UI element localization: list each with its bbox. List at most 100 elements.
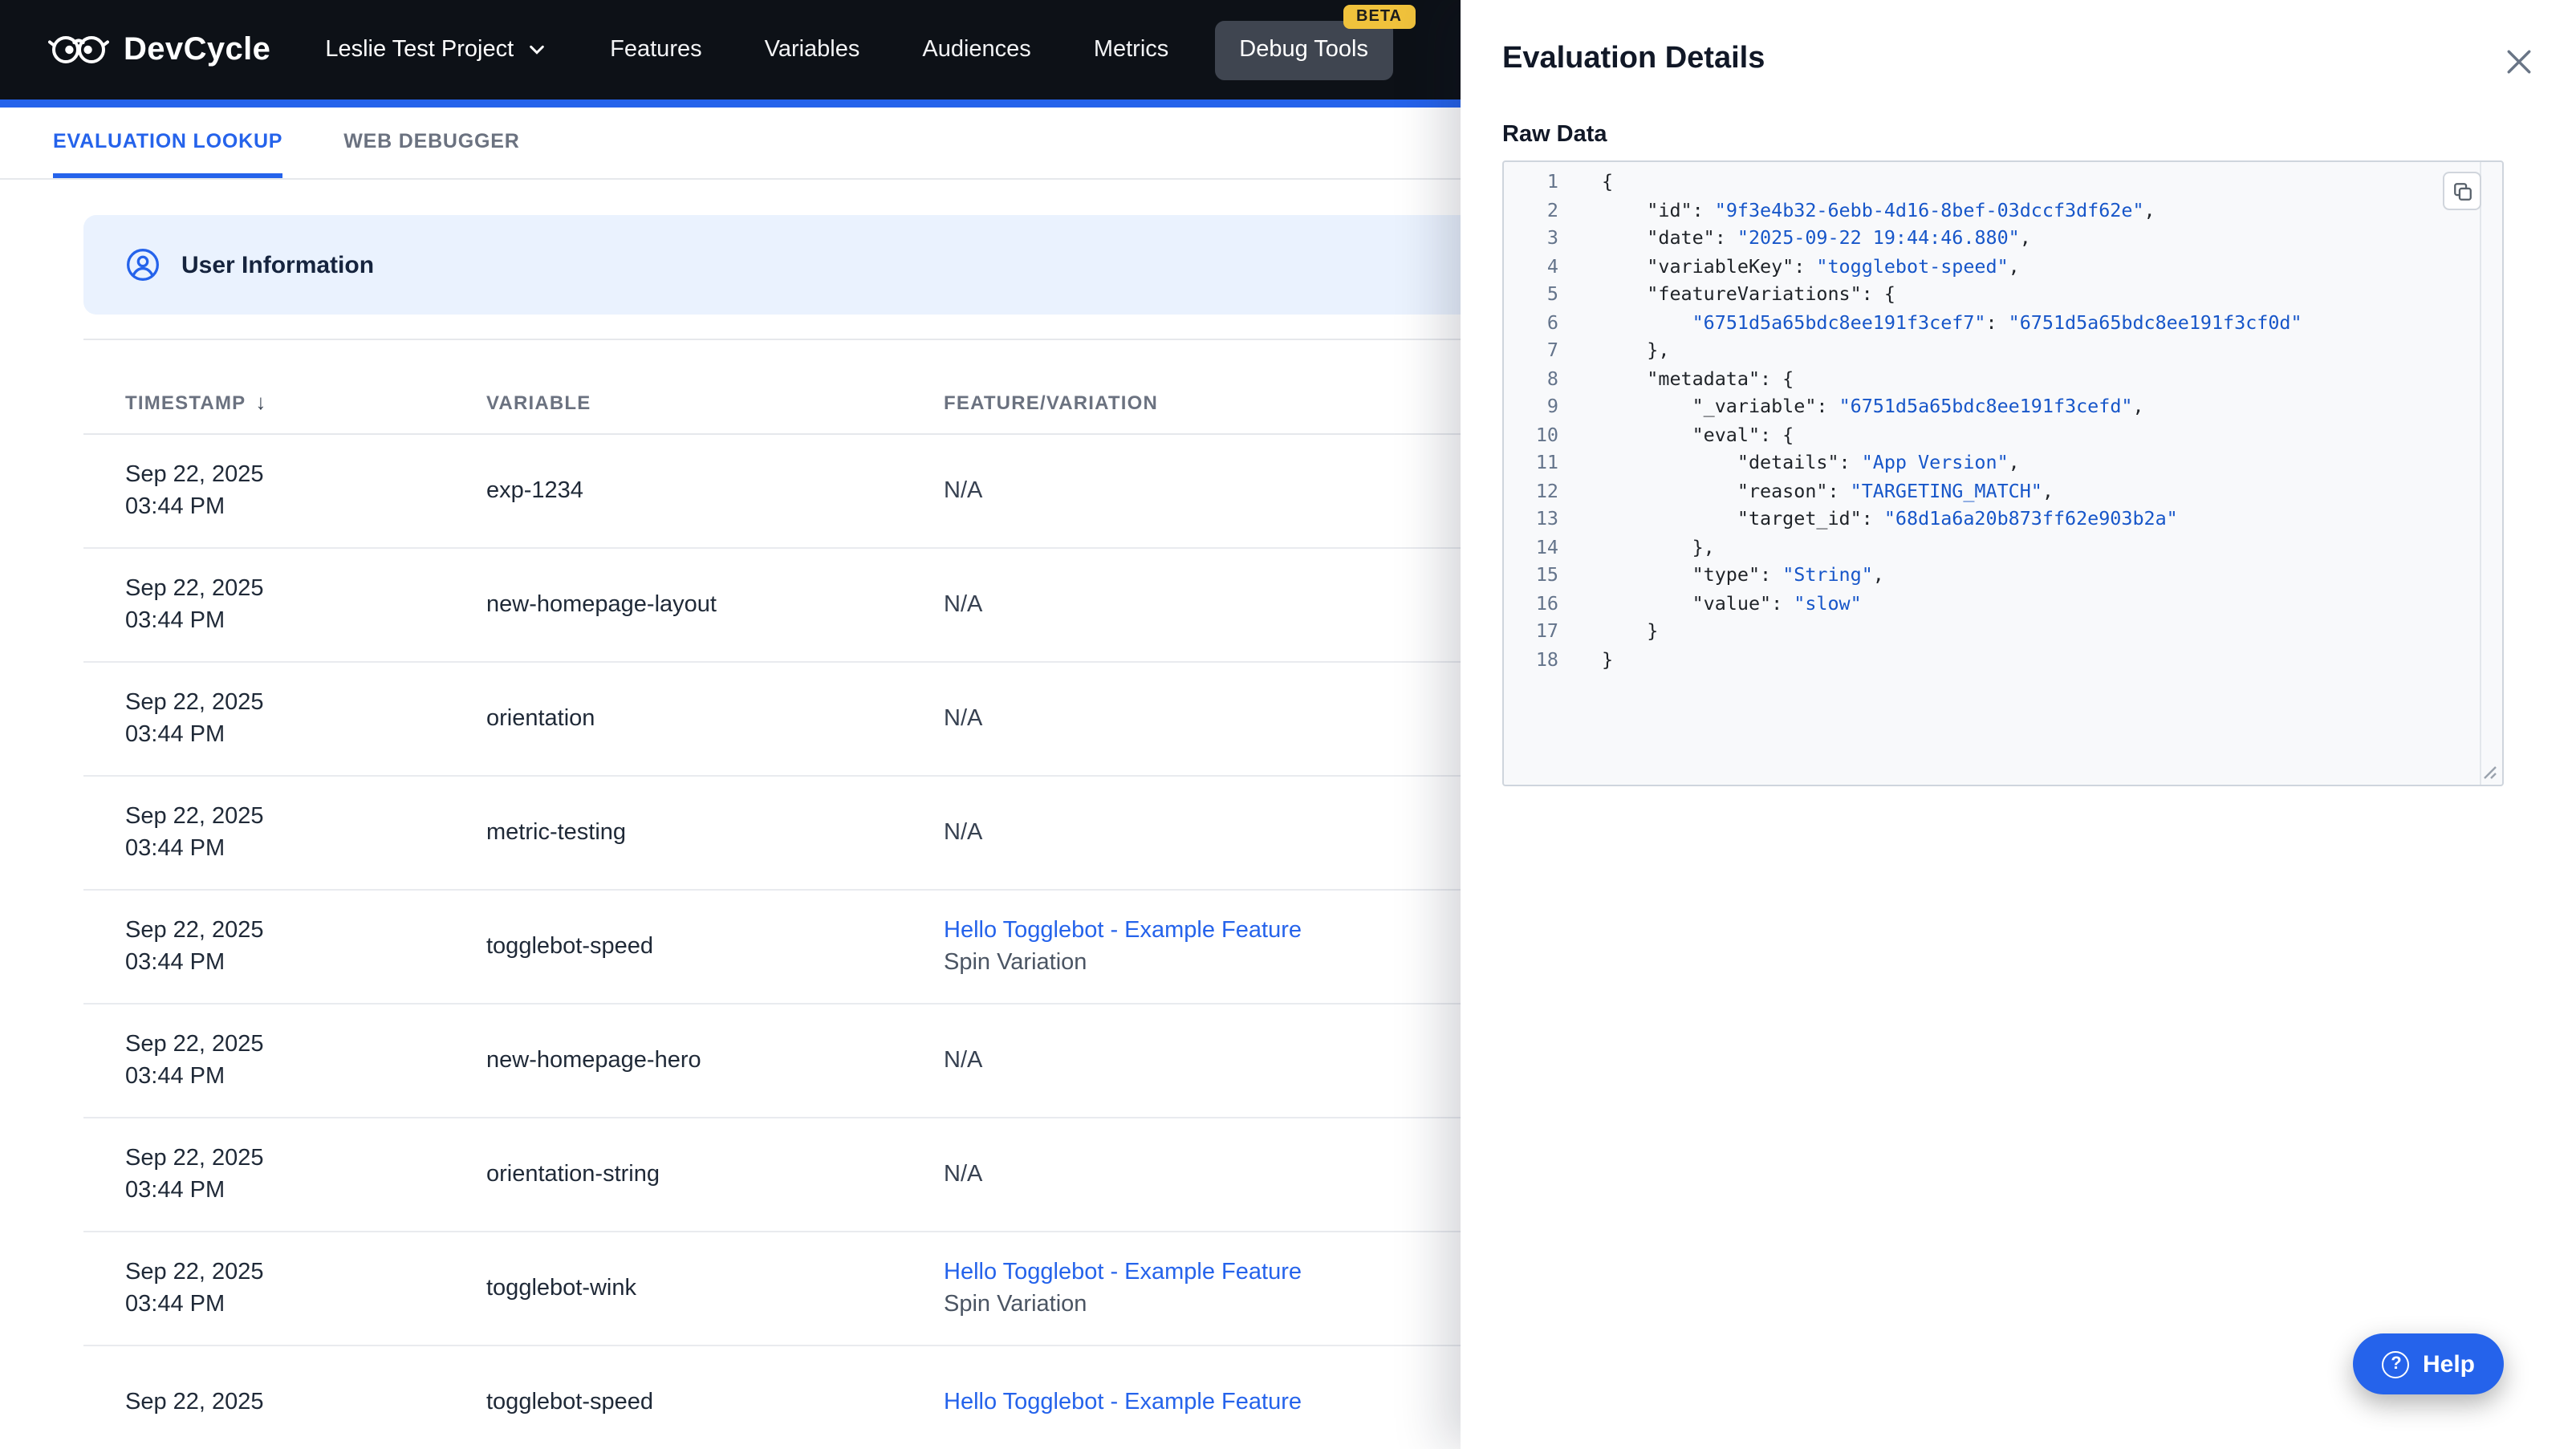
variable-cell: new-homepage-layout (486, 592, 717, 618)
column-timestamp-label: TIMESTAMP (125, 391, 246, 413)
code-text: "6751d5a65bdc8ee191f3cef7": "6751d5a65bd… (1692, 310, 2302, 333)
code-text: "eval": { (1602, 423, 1794, 445)
devcycle-goggles-icon (48, 29, 109, 71)
timestamp-cell: Sep 22, 2025 03:44 PM (125, 1032, 264, 1090)
tab-web-debugger[interactable]: WEB DEBUGGER (343, 108, 519, 178)
variable-cell: exp-1234 (486, 478, 583, 504)
code-lines: 1{2 "id": "9f3e4b32-6ebb-4d16-8bef-03dcc… (1504, 168, 2502, 674)
code-line: 16 "value": "slow" (1504, 590, 2502, 618)
line-number: 9 (1546, 395, 1558, 417)
project-selector[interactable]: Leslie Test Project (325, 37, 546, 63)
code-line: 13 "target_id": "68d1a6a20b873ff62e903b2… (1504, 505, 2502, 534)
nav-item-variables[interactable]: Variables (765, 37, 860, 63)
code-text: "details": "App Version", (1602, 451, 2020, 473)
line-number: 8 (1546, 367, 1558, 389)
code-line: 1{ (1504, 168, 2502, 197)
line-number: 10 (1535, 423, 1558, 445)
raw-data-code-block[interactable]: 1{2 "id": "9f3e4b32-6ebb-4d16-8bef-03dcc… (1502, 160, 2504, 786)
variable-cell: togglebot-speed (486, 934, 653, 960)
code-line: 12 "reason": "TARGETING_MATCH", (1504, 477, 2502, 505)
variable-cell: togglebot-wink (486, 1276, 636, 1301)
code-line: 9 "_variable": "6751d5a65bdc8ee191f3cefd… (1504, 393, 2502, 421)
code-text: "variableKey": "togglebot-speed", (1602, 254, 2020, 277)
line-number: 2 (1546, 198, 1558, 221)
tab-evaluation-lookup[interactable]: EVALUATION LOOKUP (53, 108, 283, 178)
line-number: 6 (1546, 310, 1558, 333)
line-number: 4 (1546, 254, 1558, 277)
app-root: DevCycle Leslie Test Project Features Va… (0, 0, 2576, 1449)
code-text: "type": "String", (1602, 563, 1884, 586)
chevron-down-icon (528, 43, 546, 56)
help-icon: ? (2382, 1350, 2410, 1378)
code-line: 11 "details": "App Version", (1504, 449, 2502, 477)
code-line: 14 }, (1504, 534, 2502, 562)
timestamp-cell: Sep 22, 2025 (125, 1390, 264, 1415)
column-variable: VARIABLE (486, 391, 944, 413)
variable-cell: togglebot-speed (486, 1390, 653, 1415)
copy-icon (2452, 181, 2472, 201)
variable-cell: new-homepage-hero (486, 1048, 701, 1074)
line-number: 13 (1535, 507, 1558, 530)
code-text: }, (1602, 535, 1715, 558)
variable-cell: metric-testing (486, 820, 627, 846)
code-text: "reason": "TARGETING_MATCH", (1602, 479, 2054, 501)
debug-tools-label: Debug Tools (1239, 37, 1368, 63)
code-line: 3 "date": "2025-09-22 19:44:46.880", (1504, 225, 2502, 253)
column-timestamp[interactable]: TIMESTAMP ↓ (83, 390, 486, 414)
user-circle-icon (125, 247, 160, 282)
debug-tools-button[interactable]: Debug Tools BETA (1215, 4, 1415, 79)
column-feature-label: FEATURE/VARIATION (944, 391, 1159, 413)
project-selector-label: Leslie Test Project (325, 37, 514, 63)
devcycle-logo[interactable]: DevCycle (48, 29, 270, 71)
code-text: } (1602, 619, 1659, 642)
line-number: 5 (1546, 282, 1558, 305)
close-button[interactable] (2502, 45, 2534, 77)
nav-item-audiences[interactable]: Audiences (922, 37, 1030, 63)
code-text: { (1602, 170, 1614, 193)
timestamp-cell: Sep 22, 2025 03:44 PM (125, 462, 264, 520)
code-scrollbar[interactable] (2480, 162, 2481, 785)
code-line: 15 "type": "String", (1504, 562, 2502, 590)
code-line: 4 "variableKey": "togglebot-speed", (1504, 253, 2502, 281)
nav-item-metrics[interactable]: Metrics (1094, 37, 1168, 63)
code-text: "metadata": { (1602, 367, 1794, 389)
timestamp-cell: Sep 22, 2025 03:44 PM (125, 690, 264, 748)
code-text: "featureVariations": { (1602, 282, 1895, 305)
line-number: 16 (1535, 591, 1558, 614)
code-text: "target_id": "68d1a6a20b873ff62e903b2a" (1602, 507, 2178, 530)
line-number: 12 (1535, 479, 1558, 501)
timestamp-cell: Sep 22, 2025 03:44 PM (125, 804, 264, 862)
banner-title: User Information (181, 251, 375, 278)
timestamp-cell: Sep 22, 2025 03:44 PM (125, 1146, 264, 1203)
code-text: } (1602, 647, 1614, 670)
timestamp-cell: Sep 22, 2025 03:44 PM (125, 576, 264, 634)
help-button[interactable]: ? Help (2353, 1333, 2504, 1394)
sort-desc-icon: ↓ (255, 390, 267, 414)
line-number: 3 (1546, 226, 1558, 249)
code-line: 2 "id": "9f3e4b32-6ebb-4d16-8bef-03dccf3… (1504, 197, 2502, 225)
timestamp-cell: Sep 22, 2025 03:44 PM (125, 1260, 264, 1317)
variable-cell: orientation (486, 706, 595, 732)
evaluation-details-panel: Evaluation Details Raw Data 1{2 "id": "9… (1461, 0, 2576, 1449)
code-line: 6 "6751d5a65bdc8ee191f3cef7": "6751d5a65… (1504, 309, 2502, 337)
code-line: 10 "eval": { (1504, 421, 2502, 449)
code-text: "_variable": "6751d5a65bdc8ee191f3cefd", (1602, 395, 2144, 417)
code-line: 8 "metadata": { (1504, 365, 2502, 393)
line-number: 18 (1535, 647, 1558, 670)
line-number: 7 (1546, 339, 1558, 361)
code-text: "value": "slow" (1602, 591, 1862, 614)
line-number: 15 (1535, 563, 1558, 586)
brand-name: DevCycle (124, 31, 271, 67)
code-line: 5 "featureVariations": { (1504, 281, 2502, 309)
variable-cell: orientation-string (486, 1162, 660, 1187)
close-icon (2505, 47, 2532, 75)
resize-grip-icon[interactable] (2483, 765, 2497, 780)
nav-item-features[interactable]: Features (610, 37, 701, 63)
copy-button[interactable] (2443, 172, 2481, 210)
raw-data-label: Raw Data (1502, 122, 1607, 148)
help-label: Help (2422, 1350, 2475, 1378)
code-text: }, (1602, 339, 1670, 361)
line-number: 17 (1535, 619, 1558, 642)
beta-badge: BETA (1343, 4, 1415, 28)
line-number: 1 (1546, 170, 1558, 193)
